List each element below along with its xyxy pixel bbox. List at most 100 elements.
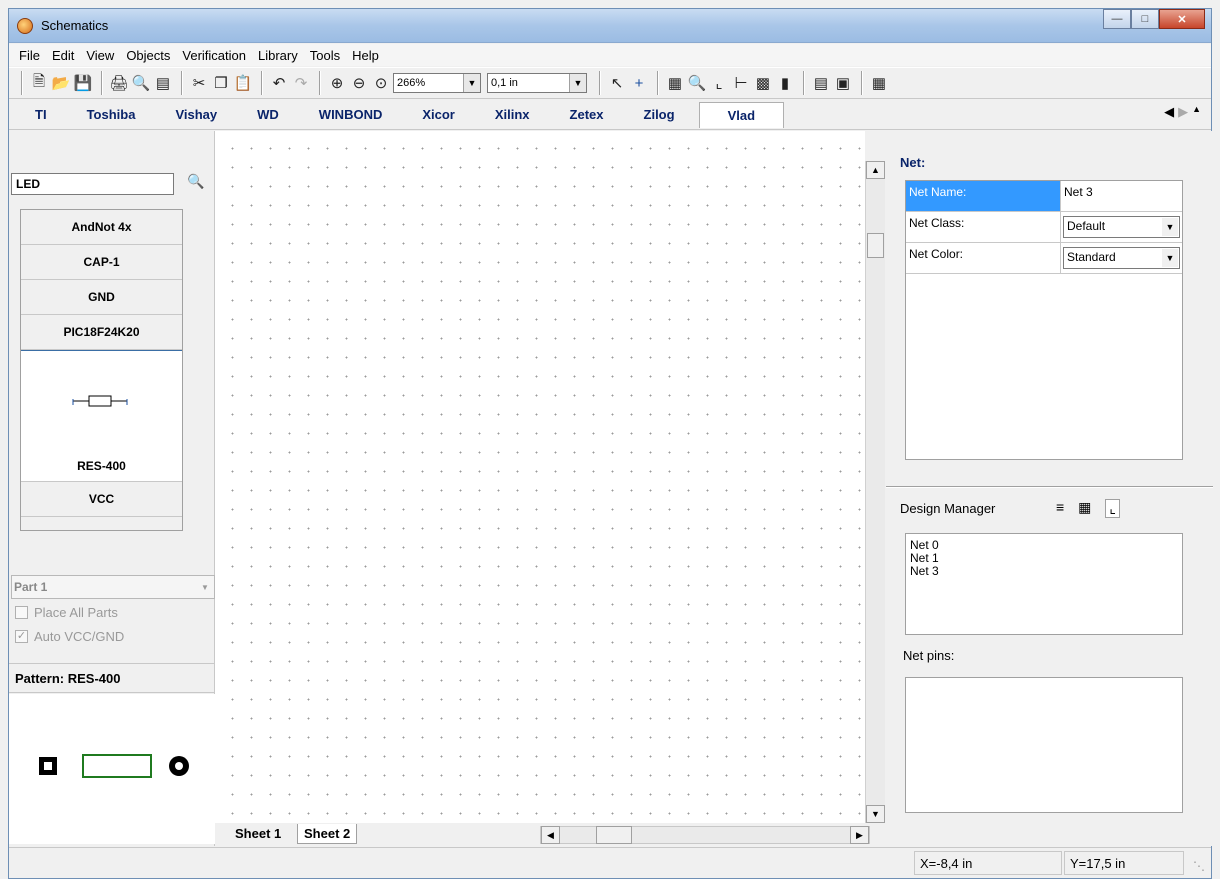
undo-icon[interactable]: ↶ [269,72,289,94]
lib-tab-xilinx[interactable]: Xilinx [479,107,546,122]
scrollbar-thumb[interactable] [596,826,632,844]
menu-verification[interactable]: Verification [176,48,252,63]
chevron-down-icon[interactable]: ▼ [196,576,214,598]
maximize-button[interactable]: □ [1131,9,1159,29]
list-view-icon[interactable]: ≡ [1056,499,1064,518]
parts-list: AndNot 4x CAP-1 GND PIC18F24K20 RES-400 … [20,209,183,531]
menu-file[interactable]: File [13,48,46,63]
list-item[interactable]: VCC [21,482,182,517]
chevron-down-icon[interactable]: ▼ [569,74,586,92]
copy-icon[interactable]: ❐ [211,72,231,94]
bus-icon[interactable]: ⊢ [731,72,751,94]
menu-library[interactable]: Library [252,48,304,63]
redo-icon[interactable]: ↷ [291,72,311,94]
schematic-canvas[interactable] [215,131,865,823]
pattern-preview [9,694,215,844]
scroll-right-icon[interactable]: ▶ [1178,104,1188,120]
menu-tools[interactable]: Tools [304,48,346,63]
close-button[interactable]: ✕ [1159,9,1205,29]
grid-combo[interactable]: 0,1 in ▼ [487,73,587,93]
lib-tab-toshiba[interactable]: Toshiba [71,107,152,122]
grid-icon[interactable]: ▦ [869,72,889,94]
tab-sheet-2[interactable]: Sheet 2 [297,824,358,844]
report-icon[interactable]: ▤ [153,72,173,94]
net-label-icon[interactable]: ▮ [775,72,795,94]
list-item[interactable]: AndNot 4x [21,210,182,245]
scroll-left-icon[interactable]: ◀ [541,826,560,844]
scroll-down-icon[interactable]: ▼ [866,805,885,823]
window-title: Schematics [41,18,109,33]
print-icon[interactable]: 🖨 [109,72,129,94]
grid-value: 0,1 in [491,77,518,89]
auto-vcc-gnd-label: Auto VCC/GND [34,629,125,644]
nets-view-icon[interactable]: ⌞ [1105,499,1120,518]
lib-tab-zilog[interactable]: Zilog [628,107,691,122]
zoom-combo[interactable]: 266% ▼ [393,73,481,93]
place-all-parts-checkbox[interactable]: Place All Parts [15,605,118,620]
lib-tab-xicor[interactable]: Xicor [406,107,471,122]
zoom-in-icon[interactable]: ⊕ [327,72,347,94]
lib-tab-wd[interactable]: WD [241,107,295,122]
resize-grip-icon[interactable]: ⋱ [1193,859,1205,873]
scroll-up-icon[interactable]: ▲ [866,161,885,179]
pattern-header: Pattern: RES-400 [9,663,215,693]
net-port-icon[interactable]: ▩ [753,72,773,94]
scrollbar-thumb[interactable] [867,233,884,258]
net-class-select[interactable]: Default ▼ [1063,216,1180,238]
chevron-up-icon[interactable]: ▲ [1192,104,1201,120]
erc-icon[interactable]: ▤ [811,72,831,94]
print-preview-icon[interactable]: 🔍 [131,72,151,94]
panel-divider[interactable] [886,486,1213,488]
lib-tab-zetex[interactable]: Zetex [554,107,620,122]
component-search-input[interactable]: LED [11,173,174,195]
save-icon[interactable]: 💾 [73,72,93,94]
binoculars-icon[interactable]: 🔍 [187,173,205,193]
component-icon[interactable]: ▦ [665,72,685,94]
status-bar: X=-8,4 in Y=17,5 in ⋱ [9,847,1211,877]
menu-edit[interactable]: Edit [46,48,80,63]
chevron-down-icon[interactable]: ▼ [1162,218,1178,236]
menu-help[interactable]: Help [346,48,385,63]
list-item[interactable]: Net 3 [910,565,1178,578]
part-select[interactable]: Part 1 ▼ [11,575,215,599]
menu-view[interactable]: View [80,48,120,63]
zoom-out-icon[interactable]: ⊖ [349,72,369,94]
open-icon[interactable]: 📂 [51,72,71,94]
lib-tab-winbond[interactable]: WINBOND [303,107,399,122]
selected-part-item[interactable]: RES-400 [21,350,182,482]
wire-icon[interactable]: ⌞ [709,72,729,94]
chevron-down-icon[interactable]: ▼ [463,74,480,92]
vertical-scrollbar[interactable]: ▲ ▼ [865,161,885,823]
scroll-right-icon[interactable]: ▶ [850,826,869,844]
prop-row-net-name[interactable]: Net Name: Net 3 [906,181,1182,212]
list-item[interactable]: GND [21,280,182,315]
horizontal-scrollbar[interactable]: ◀ ▶ [540,826,870,844]
find-icon[interactable]: 🔍 [687,72,707,94]
net-pins-header: Net pins: [903,648,955,663]
lib-tab-vishay[interactable]: Vishay [159,107,233,122]
list-item[interactable]: Net 0 [910,539,1178,552]
list-item[interactable]: Net 1 [910,552,1178,565]
net-color-select[interactable]: Standard ▼ [1063,247,1180,269]
cut-icon[interactable]: ✂ [189,72,209,94]
net-name-field[interactable]: Net 3 [1061,181,1182,211]
list-item[interactable]: CAP-1 [21,245,182,280]
minimize-button[interactable]: — [1103,9,1131,29]
new-icon[interactable]: 🗎 [29,72,49,94]
chevron-down-icon[interactable]: ▼ [1162,249,1178,267]
menu-objects[interactable]: Objects [120,48,176,63]
scroll-left-icon[interactable]: ◀ [1164,104,1174,120]
crosshair-icon[interactable]: + [629,72,649,94]
list-item[interactable]: PIC18F24K20 [21,315,182,350]
paste-icon[interactable]: 📋 [233,72,253,94]
auto-vcc-gnd-checkbox[interactable]: ✓ Auto VCC/GND [15,629,124,644]
lib-tab-vlad[interactable]: Vlad [698,101,785,128]
components-view-icon[interactable]: ▦ [1078,499,1091,518]
zoom-fit-icon[interactable]: ⊙ [371,72,391,94]
prop-row-net-class[interactable]: Net Class: Default ▼ [906,212,1182,243]
prop-row-net-color[interactable]: Net Color: Standard ▼ [906,243,1182,274]
lib-tab-ti[interactable]: TI [19,107,63,122]
pcb-icon[interactable]: ▣ [833,72,853,94]
tab-sheet-1[interactable]: Sheet 1 [229,824,287,844]
select-pointer-icon[interactable]: ↖ [607,72,627,94]
